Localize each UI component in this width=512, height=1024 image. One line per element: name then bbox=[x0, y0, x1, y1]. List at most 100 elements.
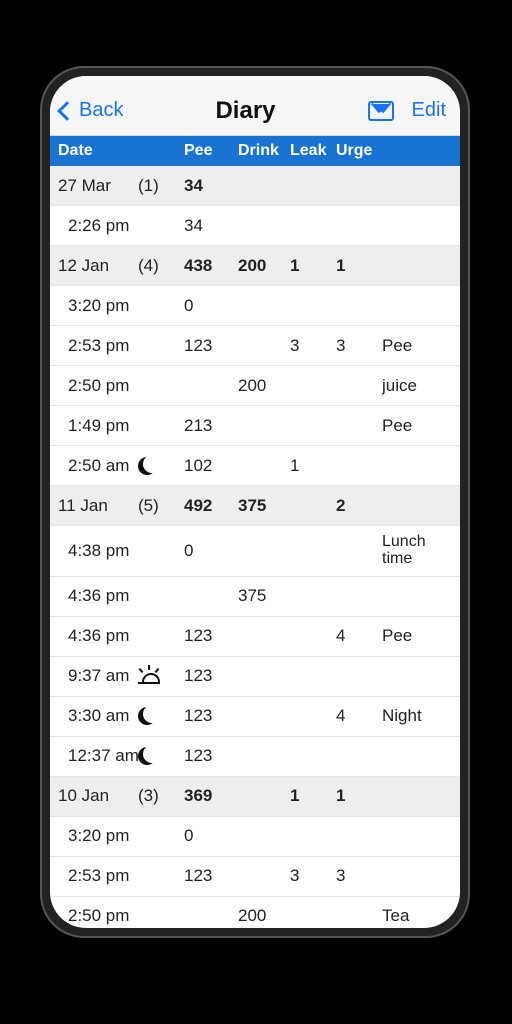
moon-icon bbox=[138, 707, 156, 725]
cell-note: Tea bbox=[382, 906, 456, 926]
page-title: Diary bbox=[123, 97, 367, 125]
cell-icon bbox=[138, 668, 184, 684]
cell-drink: 200 bbox=[238, 256, 290, 276]
summary-row[interactable]: 12 Jan(4)43820011 bbox=[50, 246, 460, 286]
cell-date: 3:30 am bbox=[58, 706, 138, 726]
cell-urge: 1 bbox=[336, 256, 382, 276]
cell-note: Lunchtime bbox=[382, 534, 456, 568]
cell-pee: 102 bbox=[184, 456, 238, 476]
cell-urge: 3 bbox=[336, 336, 382, 356]
cell-date: 4:36 pm bbox=[58, 626, 138, 646]
cell-date: 4:36 pm bbox=[58, 586, 138, 606]
entry-row[interactable]: 9:37 am123 bbox=[50, 657, 460, 697]
cell-leak: 3 bbox=[290, 336, 336, 356]
cell-drink: 200 bbox=[238, 376, 290, 396]
moon-icon bbox=[138, 747, 156, 765]
cell-pee: 438 bbox=[184, 256, 238, 276]
cell-leak: 1 bbox=[290, 456, 336, 476]
cell-pee: 0 bbox=[184, 296, 238, 316]
cell-date: 2:53 pm bbox=[58, 866, 138, 886]
cell-date: 12 Jan bbox=[58, 256, 138, 276]
cell-date: 11 Jan bbox=[58, 496, 138, 516]
cell-note: Pee bbox=[382, 626, 456, 646]
cell-pee: 0 bbox=[184, 826, 238, 846]
cell-count: (4) bbox=[138, 256, 184, 276]
col-pee: Pee bbox=[184, 142, 238, 160]
entry-row[interactable]: 2:53 pm12333Pee bbox=[50, 326, 460, 366]
summary-row[interactable]: 10 Jan(3)369 11 bbox=[50, 777, 460, 817]
cell-urge: 4 bbox=[336, 626, 382, 646]
entry-row[interactable]: 2:26 pm34 bbox=[50, 206, 460, 246]
status-bar bbox=[50, 76, 460, 86]
cell-pee: 213 bbox=[184, 416, 238, 436]
cell-date: 9:37 am bbox=[58, 666, 138, 686]
cell-note: juice bbox=[382, 376, 456, 396]
entry-row[interactable]: 4:36 pm375 bbox=[50, 577, 460, 617]
cell-date: 12:37 am bbox=[58, 746, 138, 766]
entry-row[interactable]: 3:30 am 123 4Night bbox=[50, 697, 460, 737]
cell-leak: 3 bbox=[290, 866, 336, 886]
summary-row[interactable]: 27 Mar(1)34 bbox=[50, 166, 460, 206]
cell-pee: 123 bbox=[184, 746, 238, 766]
cell-icon bbox=[138, 457, 184, 475]
cell-count: (1) bbox=[138, 176, 184, 196]
cell-date: 27 Mar bbox=[58, 176, 138, 196]
cell-pee: 34 bbox=[184, 176, 238, 196]
entry-row[interactable]: 1:49 pm 213 Pee bbox=[50, 406, 460, 446]
cell-drink: 375 bbox=[238, 496, 290, 516]
cell-date: 4:38 pm bbox=[58, 541, 138, 561]
col-date: Date bbox=[58, 142, 138, 160]
cell-pee: 369 bbox=[184, 786, 238, 806]
entry-row[interactable]: 4:38 pm 0 Lunchtime bbox=[50, 526, 460, 577]
cell-date: 2:53 pm bbox=[58, 336, 138, 356]
cell-date: 3:20 pm bbox=[58, 826, 138, 846]
nav-bar: Back Diary Edit bbox=[50, 86, 460, 136]
cell-leak: 1 bbox=[290, 786, 336, 806]
summary-row[interactable]: 11 Jan(5)4923752 bbox=[50, 486, 460, 526]
sunrise-icon bbox=[138, 668, 160, 684]
chevron-left-icon bbox=[57, 101, 77, 121]
phone-frame: Back Diary Edit Date Pee Drink Leak Urge… bbox=[40, 66, 470, 938]
diary-table[interactable]: 27 Mar(1)342:26 pm3412 Jan(4)438200113:2… bbox=[50, 166, 460, 928]
cell-urge: 1 bbox=[336, 786, 382, 806]
cell-note: Pee bbox=[382, 336, 456, 356]
cell-pee: 123 bbox=[184, 626, 238, 646]
cell-urge: 4 bbox=[336, 706, 382, 726]
back-button[interactable]: Back bbox=[60, 99, 123, 122]
mail-icon[interactable] bbox=[368, 101, 394, 121]
back-label: Back bbox=[79, 99, 123, 122]
edit-button[interactable]: Edit bbox=[412, 99, 450, 122]
entry-row[interactable]: 12:37 am 123 bbox=[50, 737, 460, 777]
cell-note: Pee bbox=[382, 416, 456, 436]
cell-count: (3) bbox=[138, 786, 184, 806]
cell-note: Night bbox=[382, 706, 456, 726]
cell-leak: 1 bbox=[290, 256, 336, 276]
cell-date: 1:49 pm bbox=[58, 416, 138, 436]
cell-date: 2:50 am bbox=[58, 456, 138, 476]
col-leak: Leak bbox=[290, 142, 336, 160]
entry-row[interactable]: 2:50 pm 200 Tea bbox=[50, 897, 460, 928]
entry-row[interactable]: 3:20 pm 0 bbox=[50, 817, 460, 857]
cell-urge: 3 bbox=[336, 866, 382, 886]
cell-pee: 0 bbox=[184, 541, 238, 561]
entry-row[interactable]: 2:50 pm 200 juice bbox=[50, 366, 460, 406]
cell-date: 2:50 pm bbox=[58, 376, 138, 396]
cell-icon bbox=[138, 707, 184, 725]
cell-drink: 200 bbox=[238, 906, 290, 926]
cell-date: 10 Jan bbox=[58, 786, 138, 806]
entry-row[interactable]: 2:53 pm 123 33 bbox=[50, 857, 460, 897]
cell-pee: 123 bbox=[184, 866, 238, 886]
entry-row[interactable]: 4:36 pm 123 4Pee bbox=[50, 617, 460, 657]
cell-count: (5) bbox=[138, 496, 184, 516]
cell-date: 2:26 pm bbox=[58, 216, 138, 236]
cell-pee: 123 bbox=[184, 706, 238, 726]
cell-date: 2:50 pm bbox=[58, 906, 138, 926]
entry-row[interactable]: 2:50 am 102 1 bbox=[50, 446, 460, 486]
cell-date: 3:20 pm bbox=[58, 296, 138, 316]
moon-icon bbox=[138, 457, 156, 475]
cell-icon bbox=[138, 747, 184, 765]
cell-pee: 123 bbox=[184, 336, 238, 356]
table-header: Date Pee Drink Leak Urge bbox=[50, 136, 460, 166]
col-urge: Urge bbox=[336, 142, 382, 160]
entry-row[interactable]: 3:20 pm 0 bbox=[50, 286, 460, 326]
